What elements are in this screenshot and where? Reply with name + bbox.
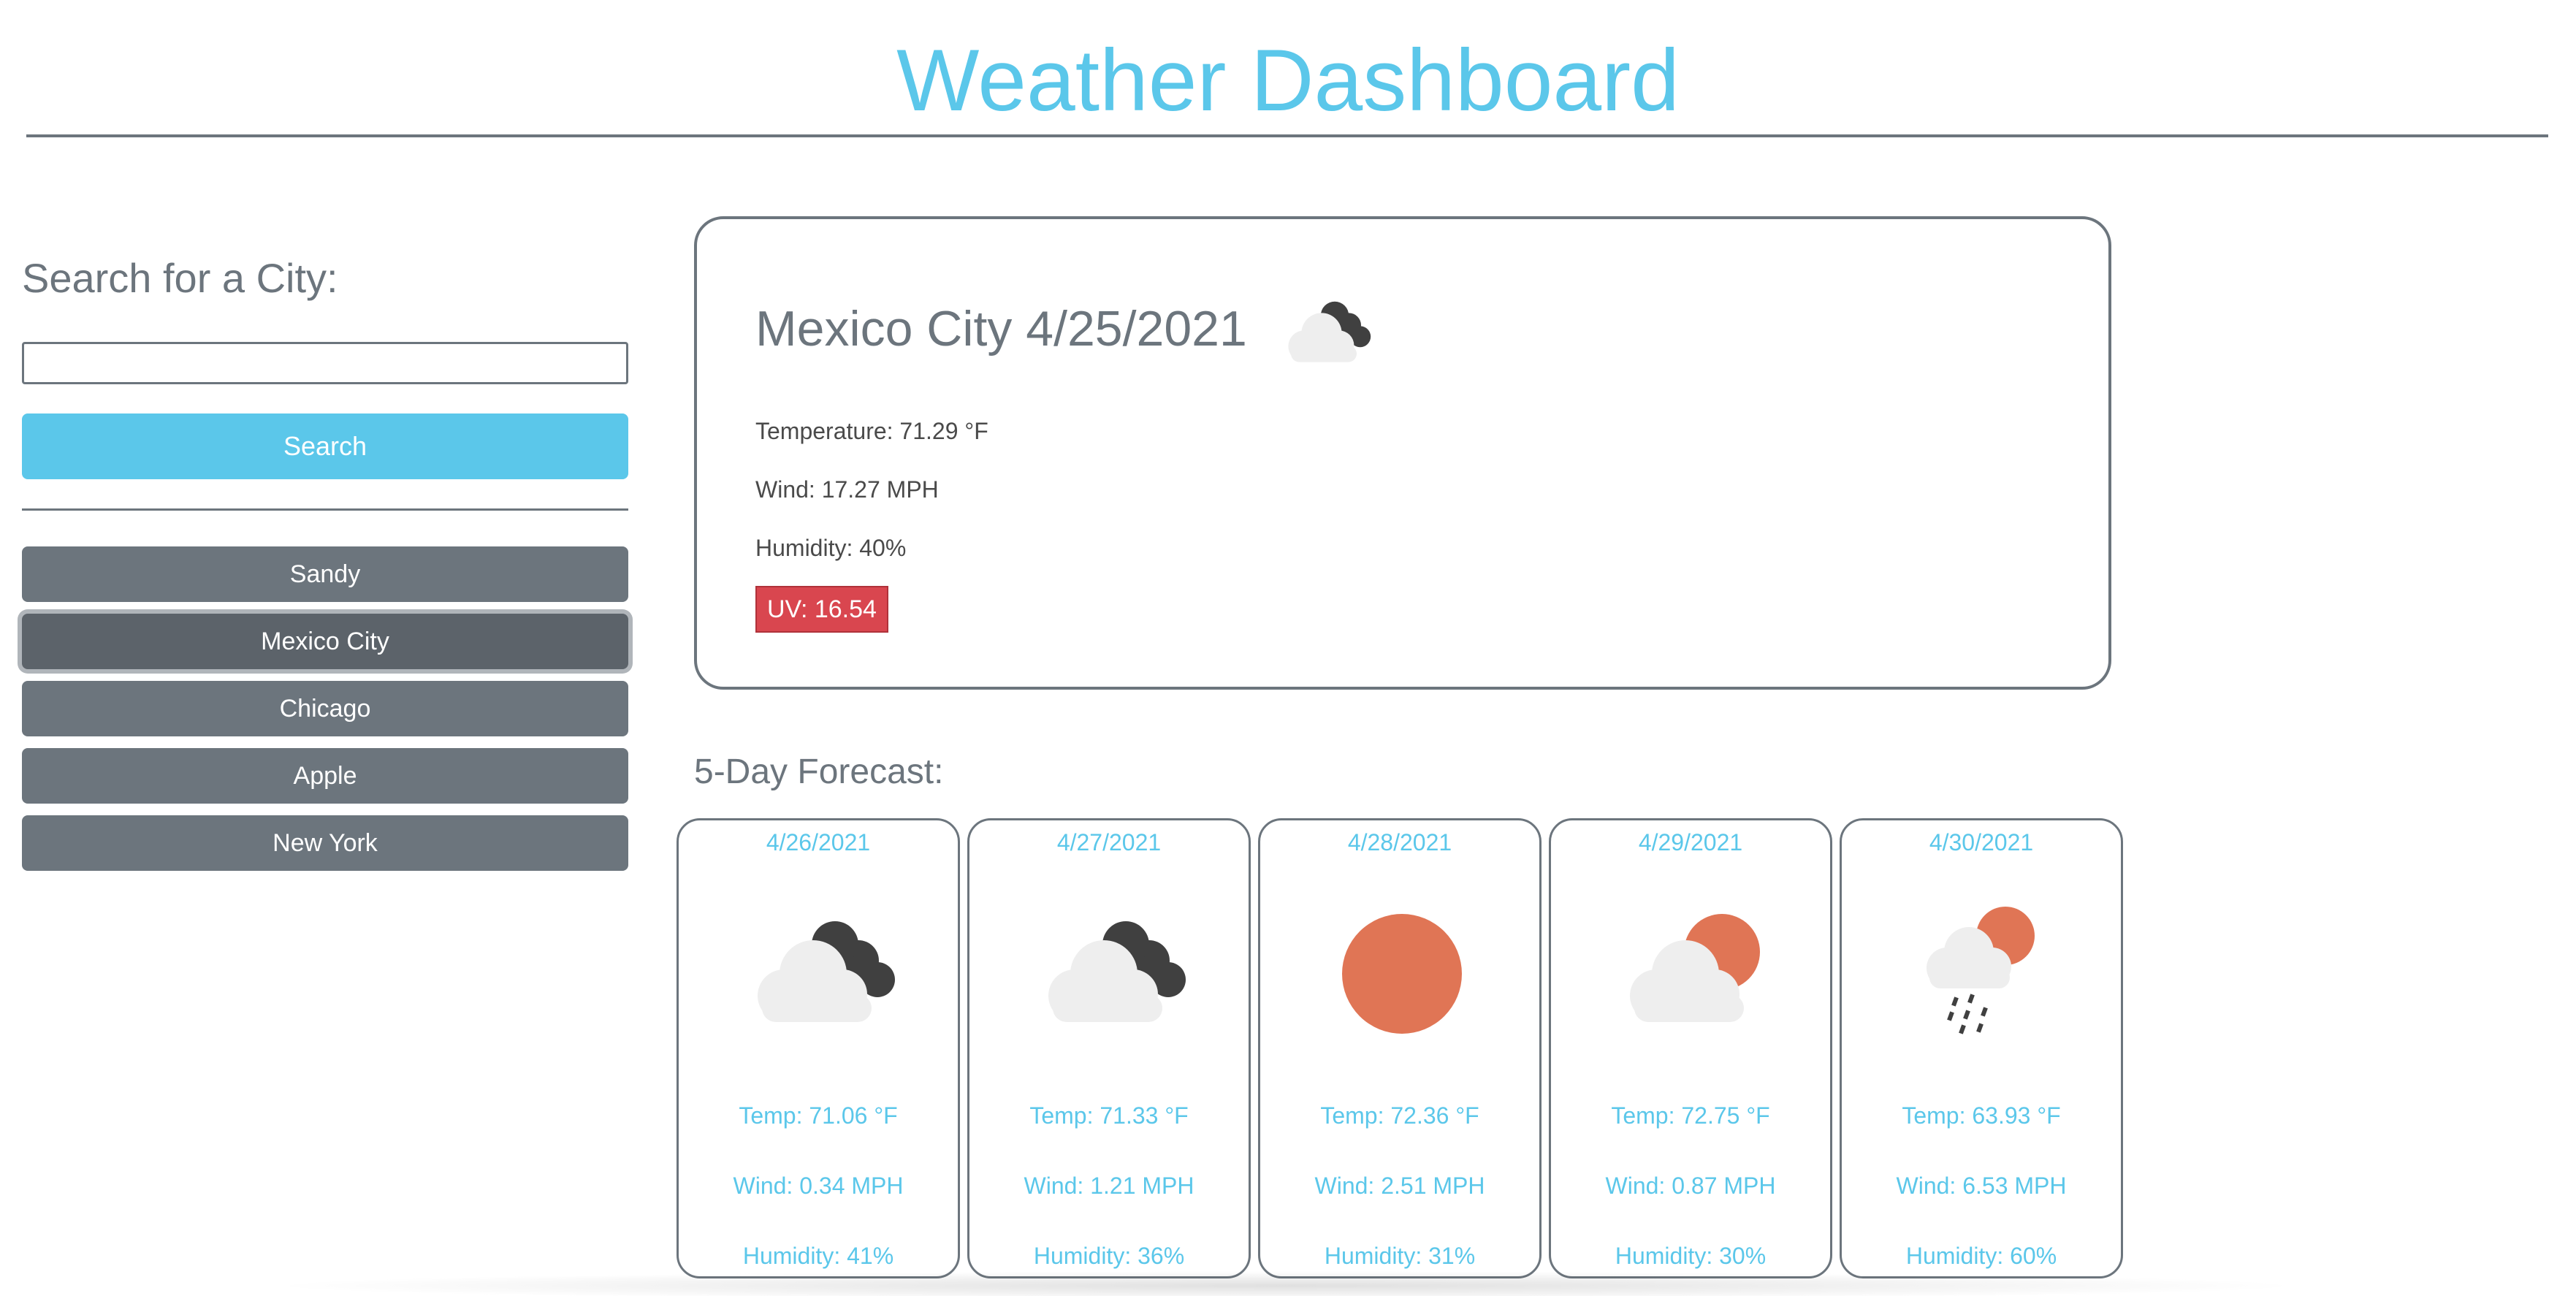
bottom-shadow bbox=[263, 1271, 2309, 1296]
forecast-card: 4/27/2021 Temp: 71.33 °F Wind: 1.21 MPH … bbox=[967, 818, 1251, 1278]
current-weather-header: Mexico City 4/25/2021 bbox=[755, 285, 1384, 373]
forecast-date: 4/27/2021 bbox=[1056, 829, 1162, 855]
history-button-apple[interactable]: Apple bbox=[22, 748, 628, 804]
forecast-date: 4/30/2021 bbox=[1929, 829, 2034, 855]
sidebar-divider bbox=[22, 508, 628, 511]
forecast-date: 4/26/2021 bbox=[766, 829, 871, 855]
forecast-heading: 5-Day Forecast: bbox=[694, 752, 944, 791]
forecast-temp: Temp: 72.36 °F bbox=[1320, 1102, 1479, 1129]
search-history: Sandy Mexico City Chicago Apple New York bbox=[22, 546, 628, 883]
forecast-humidity: Humidity: 41% bbox=[742, 1243, 894, 1269]
forecast-temp: Temp: 72.75 °F bbox=[1611, 1102, 1770, 1129]
rain-icon bbox=[1927, 907, 2035, 1034]
forecast-humidity: Humidity: 36% bbox=[1033, 1243, 1185, 1269]
search-heading: Search for a City: bbox=[22, 255, 338, 301]
history-button-new-york[interactable]: New York bbox=[22, 815, 628, 871]
broken-clouds-icon bbox=[1048, 921, 1186, 1022]
history-button-mexico-city[interactable]: Mexico City bbox=[22, 614, 628, 669]
search-button[interactable]: Search bbox=[22, 413, 628, 479]
forecast-humidity: Humidity: 60% bbox=[1905, 1243, 2057, 1269]
forecast-card: 4/28/2021 Temp: 72.36 °F Wind: 2.51 MPH … bbox=[1258, 818, 1542, 1278]
forecast-wind: Wind: 0.34 MPH bbox=[733, 1173, 904, 1199]
forecast-temp: Temp: 71.33 °F bbox=[1029, 1102, 1189, 1129]
current-wind: Wind: 17.27 MPH bbox=[755, 476, 939, 503]
forecast-card: 4/29/2021 Temp: 72.75 °F Wind: 0.87 MPH … bbox=[1549, 818, 1832, 1278]
forecast-cards: 4/26/2021 Temp: 71.06 °F Wind: 0.34 MPH … bbox=[677, 818, 2123, 1278]
broken-clouds-icon bbox=[758, 921, 895, 1022]
current-city-date: Mexico City 4/25/2021 bbox=[755, 301, 1247, 357]
forecast-wind: Wind: 1.21 MPH bbox=[1024, 1173, 1194, 1199]
forecast-wind: Wind: 2.51 MPH bbox=[1314, 1173, 1485, 1199]
forecast-date: 4/28/2021 bbox=[1347, 829, 1452, 855]
forecast-humidity: Humidity: 30% bbox=[1615, 1243, 1767, 1269]
forecast-temp: Temp: 71.06 °F bbox=[739, 1102, 898, 1129]
current-temperature: Temperature: 71.29 °F bbox=[755, 418, 988, 444]
history-button-sandy[interactable]: Sandy bbox=[22, 546, 628, 602]
forecast-humidity: Humidity: 31% bbox=[1324, 1243, 1476, 1269]
current-humidity: Humidity: 40% bbox=[755, 535, 907, 561]
city-search-input[interactable] bbox=[22, 342, 628, 384]
forecast-wind: Wind: 6.53 MPH bbox=[1896, 1173, 2067, 1199]
forecast-temp: Temp: 63.93 °F bbox=[1902, 1102, 2061, 1129]
current-weather-card: Mexico City 4/25/2021 Temperature: 71.29… bbox=[694, 216, 2111, 690]
forecast-card: 4/30/2021 Temp: 63.93 °F Wind: 6.53 MPH … bbox=[1840, 818, 2123, 1278]
broken-clouds-icon bbox=[1288, 301, 1371, 362]
forecast-date: 4/29/2021 bbox=[1638, 829, 1743, 855]
history-button-chicago[interactable]: Chicago bbox=[22, 681, 628, 736]
forecast-card: 4/26/2021 Temp: 71.06 °F Wind: 0.34 MPH … bbox=[677, 818, 960, 1278]
title-divider bbox=[26, 134, 2548, 137]
clear-sky-icon bbox=[1342, 914, 1462, 1034]
page-title: Weather Dashboard bbox=[896, 31, 1680, 129]
forecast-wind: Wind: 0.87 MPH bbox=[1605, 1173, 1776, 1199]
few-clouds-icon bbox=[1630, 914, 1760, 1022]
uv-index-badge: UV: 16.54 bbox=[755, 586, 888, 633]
